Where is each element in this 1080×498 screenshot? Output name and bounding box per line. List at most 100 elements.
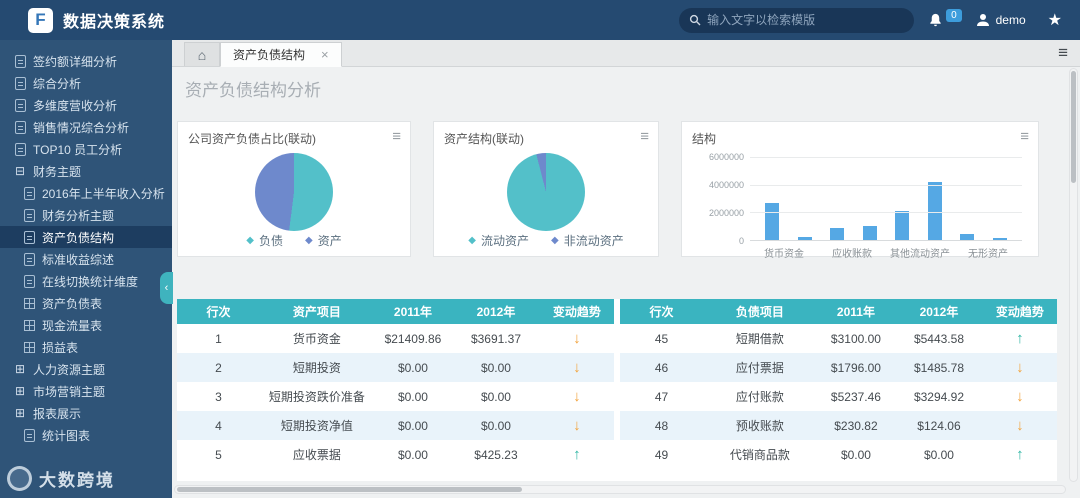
- chart-cards-row: 公司资产负债占比(联动) ≡ ◆ 负债 ◆ 资产 资产结构(联动) ≡ ◆ 流动资产 ◆ 非…: [177, 121, 1080, 260]
- home-tab[interactable]: ⌂: [184, 42, 220, 66]
- favorites-star-icon[interactable]: ★: [1048, 10, 1062, 30]
- table-row[interactable]: 48 预收账款 $230.82 $124.06 ↓: [620, 411, 1057, 440]
- sidebar-item-label: 现金流量表: [42, 318, 103, 333]
- chart-legend: ◆ 负债 ◆ 资产: [178, 232, 410, 249]
- column-header: 资产项目: [260, 299, 374, 324]
- user-icon: [976, 14, 989, 26]
- sidebar-item[interactable]: 综合分析: [0, 72, 172, 94]
- table-row[interactable]: 49 代销商品款 $0.00 $0.00 ↑: [620, 440, 1057, 469]
- table-row[interactable]: 47 应付账款 $5237.46 $3294.92 ↓: [620, 382, 1057, 411]
- vertical-scrollbar-thumb[interactable]: [1071, 71, 1076, 183]
- column-header: 负债项目: [703, 299, 817, 324]
- cell: 短期投资: [260, 353, 374, 382]
- cell: $124.06: [895, 411, 983, 440]
- horizontal-scrollbar[interactable]: [174, 485, 1066, 494]
- report-icon: [24, 428, 35, 442]
- table-row[interactable]: 46 应付票据 $1796.00 $1485.78 ↓: [620, 353, 1057, 382]
- sidebar-item-label: 综合分析: [33, 76, 82, 91]
- sidebar-item[interactable]: 损益表: [0, 336, 172, 358]
- search-box[interactable]: [679, 7, 915, 33]
- sidebar-item[interactable]: 在线切换统计维度: [0, 270, 172, 292]
- bar[interactable]: [797, 236, 812, 240]
- notifications-button[interactable]: 0: [928, 8, 962, 28]
- legend-item[interactable]: ◆ 流动资产: [468, 232, 529, 249]
- y-tick-label: 4000000: [708, 179, 744, 190]
- sidebar-item-label: 统计图表: [42, 428, 91, 443]
- sidebar-item[interactable]: 统计图表: [0, 424, 172, 446]
- sidebar-item[interactable]: ⊞ 人力资源主题: [0, 358, 172, 380]
- table-row[interactable]: 3 短期投资跌价准备 $0.00 $0.00 ↓: [177, 382, 614, 411]
- tables-panel: 行次 资产项目 2011年 2012年 变动趋势 1 货币资金 $21409.86 $3691…: [177, 299, 1057, 481]
- sidebar-collapse-handle[interactable]: ‹: [160, 272, 173, 304]
- sidebar-item[interactable]: 资产负债结构: [0, 226, 172, 248]
- card-menu-icon[interactable]: ≡: [1020, 128, 1029, 145]
- x-tick-label: 其他流动资产: [890, 249, 950, 260]
- trend-down-arrow-icon: ↓: [1016, 388, 1024, 405]
- bar[interactable]: [765, 202, 780, 240]
- legend-item[interactable]: ◆ 非流动资产: [551, 232, 624, 249]
- sidebar-item[interactable]: 现金流量表: [0, 314, 172, 336]
- cell: 2: [177, 353, 261, 382]
- legend-label: 资产: [317, 234, 342, 248]
- table-row[interactable]: 1 货币资金 $21409.86 $3691.37 ↓: [177, 324, 614, 353]
- bar[interactable]: [862, 226, 877, 240]
- watermark: 大数跨境: [7, 466, 115, 491]
- sidebar-item[interactable]: ⊟ 财务主题: [0, 160, 172, 182]
- tab-active[interactable]: 资产负债结构 ×: [220, 42, 342, 67]
- gridline: [750, 157, 1022, 158]
- pie-chart-asset-structure[interactable]: [507, 153, 585, 231]
- pie-chart-debt-ratio[interactable]: [255, 153, 333, 231]
- bar[interactable]: [927, 181, 942, 240]
- sidebar-item[interactable]: 标准收益综述: [0, 248, 172, 270]
- table-row[interactable]: 2 短期投资 $0.00 $0.00 ↓: [177, 353, 614, 382]
- cell: 短期借款: [703, 324, 817, 353]
- sidebar-item-label: TOP10 员工分析: [33, 142, 123, 157]
- vertical-scrollbar[interactable]: [1069, 68, 1078, 482]
- legend-label: 负债: [258, 234, 283, 248]
- search-icon: [689, 14, 701, 26]
- table-row[interactable]: 5 应收票据 $0.00 $425.23 ↑: [177, 440, 614, 469]
- legend-label: 非流动资产: [563, 234, 624, 248]
- card-menu-icon[interactable]: ≡: [640, 128, 649, 145]
- cell: $0.00: [816, 440, 896, 469]
- card-menu-icon[interactable]: ≡: [392, 128, 401, 145]
- cell: 46: [620, 353, 704, 382]
- main-content: 资产负债结构分析 公司资产负债占比(联动) ≡ ◆ 负债 ◆ 资产 资产结构(联动) …: [172, 68, 1080, 498]
- sidebar-item[interactable]: ⊞ 报表展示: [0, 402, 172, 424]
- bar-chart: 6000000 4000000 2000000 0: [709, 152, 1022, 246]
- sidebar-item[interactable]: ⊞ 市场营销主题: [0, 380, 172, 402]
- bar[interactable]: [960, 233, 975, 240]
- sidebar-item[interactable]: 资产负债表: [0, 292, 172, 314]
- sidebar-item[interactable]: 销售情况综合分析: [0, 116, 172, 138]
- sidebar-item[interactable]: 财务分析主题: [0, 204, 172, 226]
- cell: 应付账款: [703, 382, 817, 411]
- gridline: [750, 184, 1022, 186]
- sidebar-item[interactable]: 2016年上半年收入分析: [0, 182, 172, 204]
- legend-item[interactable]: ◆ 资产: [305, 232, 342, 249]
- sidebar-item[interactable]: TOP10 员工分析: [0, 138, 172, 160]
- app-logo[interactable]: F: [28, 7, 53, 33]
- user-menu[interactable]: demo: [976, 13, 1026, 27]
- table-header-row: 行次 资产项目 2011年 2012年 变动趋势: [177, 299, 614, 324]
- cell: 3: [177, 382, 261, 411]
- tab-list-menu-icon[interactable]: ≡: [1058, 43, 1068, 63]
- sidebar-item[interactable]: 多维度营收分析: [0, 94, 172, 116]
- horizontal-scrollbar-thumb[interactable]: [177, 487, 522, 492]
- trend-cell: ↑: [982, 440, 1057, 469]
- legend-item[interactable]: ◆ 负债: [246, 232, 283, 249]
- card-title: 结构: [692, 132, 717, 146]
- bar[interactable]: [992, 237, 1007, 240]
- bar[interactable]: [895, 210, 910, 240]
- bar[interactable]: [830, 227, 845, 240]
- sheet-icon: [24, 341, 35, 353]
- expand-node-icon: ⊞: [15, 406, 26, 420]
- table-row[interactable]: 4 短期投资净值 $0.00 $0.00 ↓: [177, 411, 614, 440]
- cell: $0.00: [373, 382, 453, 411]
- tab-close-icon[interactable]: ×: [321, 47, 329, 62]
- cell: 货币资金: [260, 324, 374, 353]
- report-icon: [15, 98, 26, 112]
- search-input[interactable]: [707, 13, 905, 27]
- trend-down-arrow-icon: ↓: [573, 359, 581, 376]
- sidebar-item[interactable]: 签约额详细分析: [0, 50, 172, 72]
- table-row[interactable]: 45 短期借款 $3100.00 $5443.58 ↑: [620, 324, 1057, 353]
